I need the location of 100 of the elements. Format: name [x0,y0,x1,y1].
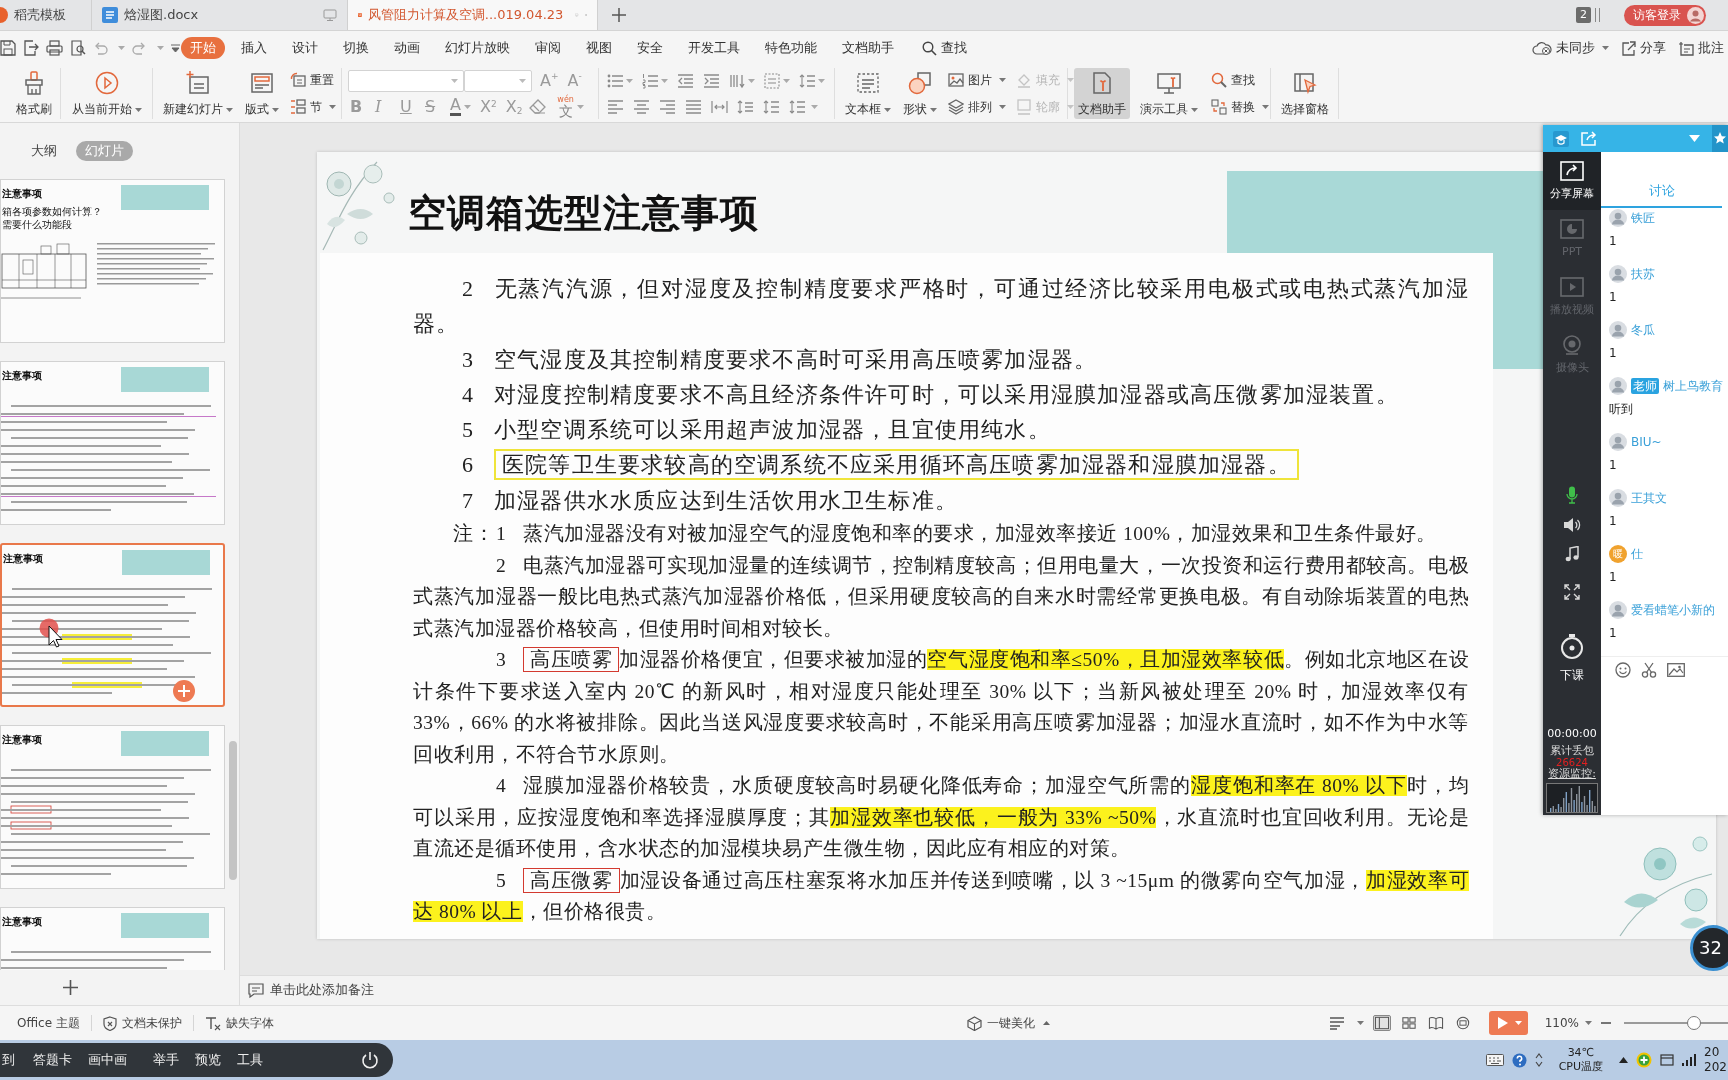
window-count[interactable]: 2 [1576,7,1591,23]
menu-tab[interactable]: 开发工具 [679,37,749,59]
class-tool-button[interactable]: 举手 [153,1051,179,1069]
notes-placeholder[interactable]: 单击此处添加备注 [270,982,374,999]
tool-button[interactable]: 文档助手 [1074,68,1130,119]
menu-tab[interactable]: 幻灯片放映 [436,37,519,59]
align-left-icon[interactable] [607,98,624,115]
panel-tool-button[interactable]: 分享屏幕 [1543,152,1601,210]
toolbar-button[interactable]: 未同步 [1532,39,1609,57]
music-note-icon[interactable] [1565,546,1579,562]
toolbar-button[interactable]: 分享 [1621,39,1666,57]
menu-tab[interactable]: 插入 [232,37,276,59]
slide-thumbnail[interactable]: 注意事项 [0,907,225,970]
signal-icon[interactable] [1682,1054,1696,1066]
menu-tab[interactable]: 安全 [628,37,672,59]
caret-icon[interactable] [748,78,755,83]
menu-tab[interactable]: 文档助手 [833,37,903,59]
justify-icon[interactable] [685,98,702,115]
window-tab[interactable]: 焓湿图.docx [92,0,348,30]
insert-button[interactable]: 形状 [899,68,941,119]
tool-small-button[interactable]: 替换 [1208,95,1272,119]
redo-icon[interactable] [132,41,147,55]
plus-circle-icon[interactable] [1636,1052,1652,1068]
undo-icon[interactable] [93,41,108,55]
resource-monitor-label[interactable]: 资源监控: [1548,767,1596,780]
speaker-icon[interactable] [1563,517,1581,533]
insert-tool-button[interactable]: 图片 [945,68,1009,92]
panel-tab[interactable]: 大纲 [22,140,66,162]
text-align-box-icon[interactable] [764,72,781,89]
image-icon[interactable] [1667,662,1685,677]
align-center-icon[interactable] [633,98,650,115]
end-class-button[interactable]: 下课 [1560,634,1584,683]
slide-thumbnail[interactable]: 注意事项 [0,361,225,525]
bullet-list-icon[interactable] [607,72,624,89]
scrollbar[interactable] [229,741,237,880]
slide-tool-button[interactable]: 节 [287,95,339,119]
reading-view-icon[interactable] [1426,1015,1445,1031]
new-slide-plus-icon[interactable] [63,980,78,995]
class-tool-button[interactable]: 答题卡 [33,1051,72,1069]
notes-layout-icon[interactable] [1328,1016,1345,1030]
menu-tab[interactable]: 设计 [283,37,327,59]
protection-status[interactable]: 文档未保护 [102,1015,182,1031]
scissors-icon[interactable] [1641,661,1657,678]
increase-indent-icon[interactable] [703,72,720,89]
align-right-icon[interactable] [659,98,676,115]
help-icon[interactable] [1511,1052,1527,1068]
eraser-icon[interactable] [529,99,547,114]
caret-icon[interactable] [118,46,125,50]
spacing-before-icon[interactable] [763,98,780,115]
fullscreen-icon[interactable] [1564,584,1580,600]
zoom-level-button[interactable]: 110% [1544,1015,1592,1031]
font-size-field[interactable] [464,69,532,92]
selection-pane-button[interactable]: 选择窗格 [1276,68,1333,119]
line-spacing-icon[interactable] [737,98,754,115]
slider-thumb[interactable] [1686,1016,1701,1030]
tool-small-button[interactable]: 查找 [1208,68,1272,92]
save-icon[interactable] [0,40,16,56]
theme-label[interactable]: Office 主题 [17,1015,80,1031]
show-hidden-icon[interactable] [1619,1057,1628,1063]
dropdown-icon[interactable] [1689,135,1700,142]
caret-icon[interactable] [157,46,164,50]
graduation-cap-icon[interactable] [1553,130,1569,147]
spacing-after-icon[interactable] [789,98,806,115]
clock-text[interactable]: 20 [1704,1045,1728,1060]
caret-icon[interactable] [1356,1021,1364,1025]
numbered-list-icon[interactable] [642,72,659,89]
export-icon[interactable] [23,40,39,56]
class-tool-button[interactable]: 工具 [237,1051,263,1069]
caret-icon[interactable] [818,78,825,83]
print-preview-icon[interactable] [70,40,86,56]
beautify-button[interactable]: 一键美化 [967,1015,1050,1031]
slide-thumbnail[interactable]: 注意事项 [0,543,225,707]
font-name-field[interactable] [348,69,464,92]
add-slide-icon[interactable] [173,680,195,702]
class-tool-button[interactable]: 画中画 [88,1051,127,1069]
play-from-current-button[interactable]: 从当前开始 [67,68,146,119]
clock-text[interactable]: 202 [1704,1060,1728,1075]
text-direction-icon[interactable] [729,72,746,89]
search-button[interactable]: 查找 [918,37,971,59]
menu-tab[interactable]: 动画 [385,37,429,59]
slide-button[interactable]: 版式 [241,68,283,119]
slide-thumbnail[interactable]: 注意事项 箱各项参数如何计算？ 需要什么功能段 [0,179,225,343]
caret-icon[interactable] [811,104,818,109]
insert-tool-button[interactable]: 排列 [945,95,1009,119]
caret-icon[interactable] [661,78,668,83]
slide-tool-button[interactable]: 重置 [287,68,339,92]
slide-button[interactable]: 新建幻灯片 [159,68,237,119]
tool-button[interactable]: 演示工具 [1136,68,1202,119]
expand-arrows-icon[interactable] [1534,1053,1543,1067]
paragraph-spacing-icon[interactable] [799,72,816,89]
slide-sorter-icon[interactable] [1399,1015,1418,1031]
menu-tab[interactable]: 切换 [334,37,378,59]
login-button[interactable]: 访客登录 [1624,4,1706,26]
power-icon[interactable] [361,1051,379,1069]
customize-icon[interactable] [171,44,180,52]
new-tab-icon[interactable] [612,8,626,22]
format-painter-button[interactable]: 格式刷 [12,68,56,119]
window-tab[interactable]: 稻壳模板 [0,0,92,30]
caret-icon[interactable] [783,78,790,83]
decrease-indent-icon[interactable] [677,72,694,89]
